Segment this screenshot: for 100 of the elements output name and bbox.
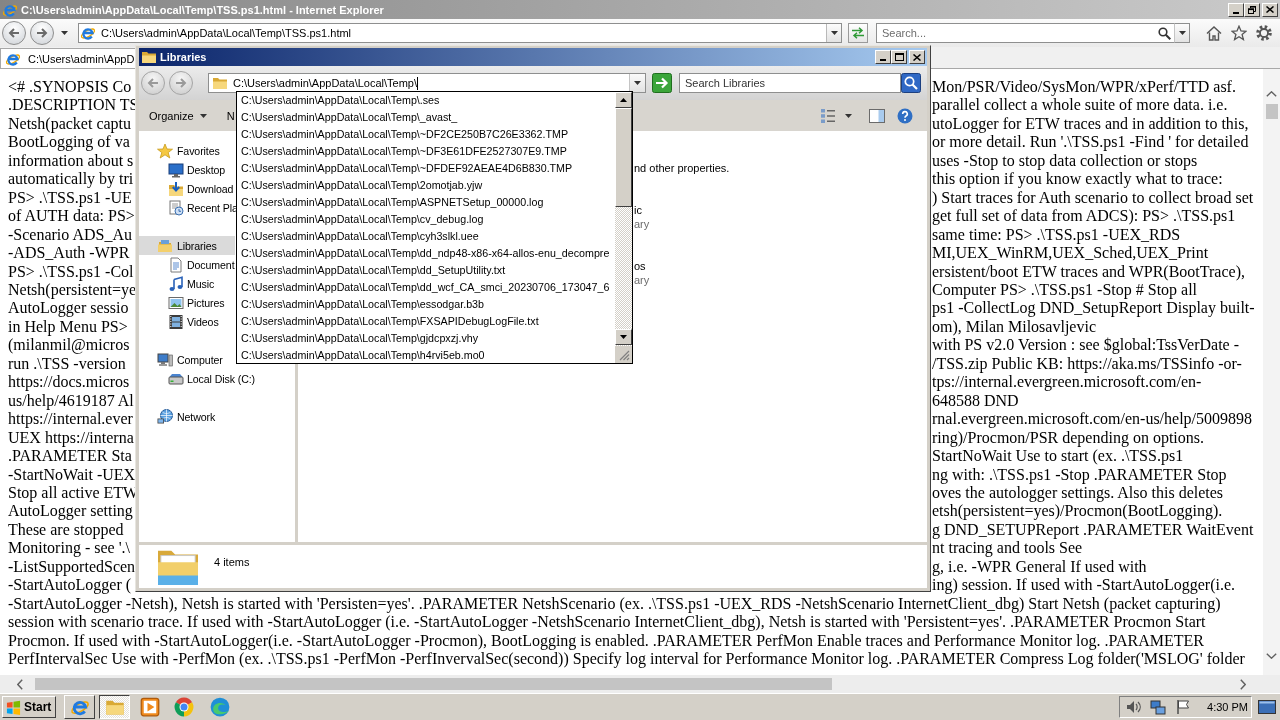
start-button[interactable]: Start <box>2 696 57 718</box>
text-line: etsh(persistent=yes)/Procmon(BootLogging). <box>932 502 1223 521</box>
refresh-button[interactable] <box>848 23 868 43</box>
back-button[interactable] <box>2 21 26 45</box>
nav-item[interactable]: Libraries <box>139 236 235 255</box>
suggestion-item[interactable]: C:\Users\admin\AppData\Local\Temp\2omotjab.yjw <box>237 177 615 194</box>
text-line: Mon/PSR/Video/SysMon/WPR/xPerf/TTD asf. <box>932 78 1236 97</box>
toolbar-button[interactable]: Organize <box>149 109 207 122</box>
scrollbar[interactable] <box>0 675 1280 693</box>
nav-item[interactable]: Desktop <box>139 160 235 179</box>
forward-button[interactable] <box>30 21 54 45</box>
suggestion-item[interactable]: C:\Users\admin\AppData\Local\Temp\h4rvi5eb.mo0 <box>237 347 615 364</box>
text-line: g, i.e. -WPR General If used with <box>932 557 1147 577</box>
nav-item[interactable]: Pictures <box>139 293 235 312</box>
right-chevron-icon[interactable] <box>1240 678 1246 690</box>
minimize-button[interactable] <box>875 50 891 64</box>
scroll-thumb[interactable] <box>615 108 632 207</box>
caret-icon[interactable] <box>845 113 852 118</box>
dropdown-button[interactable] <box>629 74 645 92</box>
down-triangle-icon <box>620 335 627 339</box>
restore-button[interactable] <box>1244 2 1260 17</box>
search-field[interactable]: Search... <box>876 23 1156 43</box>
nav-item[interactable]: Music <box>139 274 235 293</box>
suggestion-item[interactable]: C:\Users\admin\AppData\Local\Temp\~DF2CE250B7C26E3362.TMP <box>237 126 615 143</box>
scroll-thumb[interactable] <box>1265 104 1278 119</box>
search-field[interactable]: Search Libraries <box>679 73 901 93</box>
dropdown-button[interactable] <box>826 24 841 42</box>
show-desktop-icon[interactable] <box>1258 700 1276 714</box>
text-line: -StartNoWait -UEX <box>8 465 136 484</box>
nav-item[interactable]: Local Disk (C:) <box>139 369 257 388</box>
suggestion-item[interactable]: C:\Users\admin\AppData\Local\Temp\.ses <box>237 92 615 109</box>
maximize-button[interactable] <box>891 50 907 64</box>
window-title: C:\Users\admin\AppData\Local\Temp\TSS.ps1.html - Internet Explorer <box>21 3 385 16</box>
nav-item[interactable]: Videos <box>139 312 235 331</box>
minimize-icon <box>880 59 886 61</box>
suggestion-item[interactable]: C:\Users\admin\AppData\Local\Temp\~DFDEF92AEAE4D6B830.TMP <box>237 160 615 177</box>
suggestion-item[interactable]: C:\Users\admin\AppData\Local\Temp\~DF3E61DFE2527307E9.TMP <box>237 143 615 160</box>
suggestion-item[interactable]: C:\Users\admin\AppData\Local\Temp\FXSAPIDebugLogFile.txt <box>237 313 615 330</box>
nav-item[interactable]: Favorites <box>139 141 235 160</box>
suggestion-item[interactable]: C:\Users\admin\AppData\Local\Temp\essodgar.b3b <box>237 296 615 313</box>
search-icon[interactable] <box>901 73 921 93</box>
suggestion-item[interactable]: C:\Users\admin\AppData\Local\Temp\cyh3slkl.uee <box>237 228 615 245</box>
nav-item[interactable]: Computer <box>139 350 235 369</box>
text-line: (milanmil@micros <box>8 336 130 355</box>
close-button[interactable] <box>1262 2 1278 17</box>
flag-icon[interactable] <box>1175 699 1192 715</box>
caret-icon[interactable] <box>61 31 68 35</box>
close-button[interactable] <box>909 50 925 64</box>
suggestion-item[interactable]: C:\Users\admin\AppData\Local\Temp\dd_wcf_CA_smci_20230706_173047_6 <box>237 279 615 296</box>
maximize-icon <box>894 53 904 61</box>
minimize-button[interactable] <box>1228 2 1244 17</box>
suggestion-item[interactable]: C:\Users\admin\AppData\Local\Temp\dd_SetupUtility.txt <box>237 262 615 279</box>
help-icon[interactable] <box>897 107 913 124</box>
text-line: PS> .\TSS.ps1 -Col <box>8 262 134 281</box>
close-icon <box>913 53 921 61</box>
text-line: Netsh(persistent=ye <box>8 281 137 300</box>
star-icon[interactable] <box>1231 25 1247 41</box>
list-view-icon[interactable] <box>820 107 836 124</box>
down-chevron-icon[interactable] <box>1266 653 1277 659</box>
nav-item[interactable]: Download <box>139 179 236 198</box>
dropdown-button[interactable] <box>1174 23 1190 43</box>
text-line: UEX https://interna <box>8 428 134 448</box>
nav-item[interactable]: Document <box>139 255 237 274</box>
address-field[interactable]: C:\Users\admin\AppData\Local\Temp\TSS.ps1.html <box>78 23 842 43</box>
folder-icon <box>212 75 228 91</box>
scroll-thumb[interactable] <box>35 678 832 690</box>
suggestion-item[interactable]: C:\Users\admin\AppData\Local\Temp\gjdcpxzj.vhy <box>237 330 615 347</box>
search-icon[interactable] <box>1156 23 1174 43</box>
network-icon[interactable] <box>1150 699 1167 715</box>
taskbar-button[interactable] <box>99 695 131 719</box>
library-icon <box>157 237 173 254</box>
play-icon[interactable] <box>140 697 161 717</box>
toolbar-button[interactable]: N <box>226 109 235 122</box>
text-fragment: ary <box>634 274 650 287</box>
browser-tab[interactable]: C:\Users\admin\AppD <box>0 48 136 68</box>
up-chevron-icon[interactable] <box>1266 91 1277 97</box>
scrollbar[interactable] <box>615 92 632 363</box>
text-line: g DND_SETUPReport .PARAMETER WaitEvent <box>932 520 1254 540</box>
home-icon[interactable] <box>1206 25 1222 41</box>
scrollbar[interactable] <box>1263 69 1280 675</box>
pane-icon[interactable] <box>869 108 885 123</box>
browser-icon[interactable] <box>174 697 195 717</box>
scroll-down-button[interactable] <box>615 329 632 345</box>
address-field[interactable]: C:\Users\admin\AppData\Local\Temp\ <box>208 73 646 93</box>
text-line: same time: PS> .\TSS.ps1 -UEX_RDS <box>932 225 1181 245</box>
suggestion-item[interactable]: C:\Users\admin\AppData\Local\Temp\dd_ndp48-x86-x64-allos-enu_decompre <box>237 245 615 262</box>
text-line: in Help Menu PS> <box>8 317 128 337</box>
text-fragment: ic <box>634 204 642 217</box>
gear-icon[interactable] <box>1256 25 1272 41</box>
suggestion-item[interactable]: C:\Users\admin\AppData\Local\Temp\ASPNETSetup_00000.log <box>237 194 615 211</box>
suggestion-item[interactable]: C:\Users\admin\AppData\Local\Temp\_avast_ <box>237 109 615 126</box>
speaker-icon[interactable] <box>1126 699 1143 715</box>
scroll-up-button[interactable] <box>615 92 632 108</box>
text-line: Monitoring - see '.\ <box>8 539 130 558</box>
left-chevron-icon[interactable] <box>17 678 23 690</box>
suggestion-item[interactable]: C:\Users\admin\AppData\Local\Temp\cv_debug.log <box>237 211 615 228</box>
text-line: tps://internal.evergreen.microsoft.com/en- <box>932 373 1202 392</box>
resize-grip-icon[interactable] <box>619 350 630 361</box>
nav-item[interactable]: Network <box>139 407 235 426</box>
item-count: 4 items <box>214 556 250 568</box>
